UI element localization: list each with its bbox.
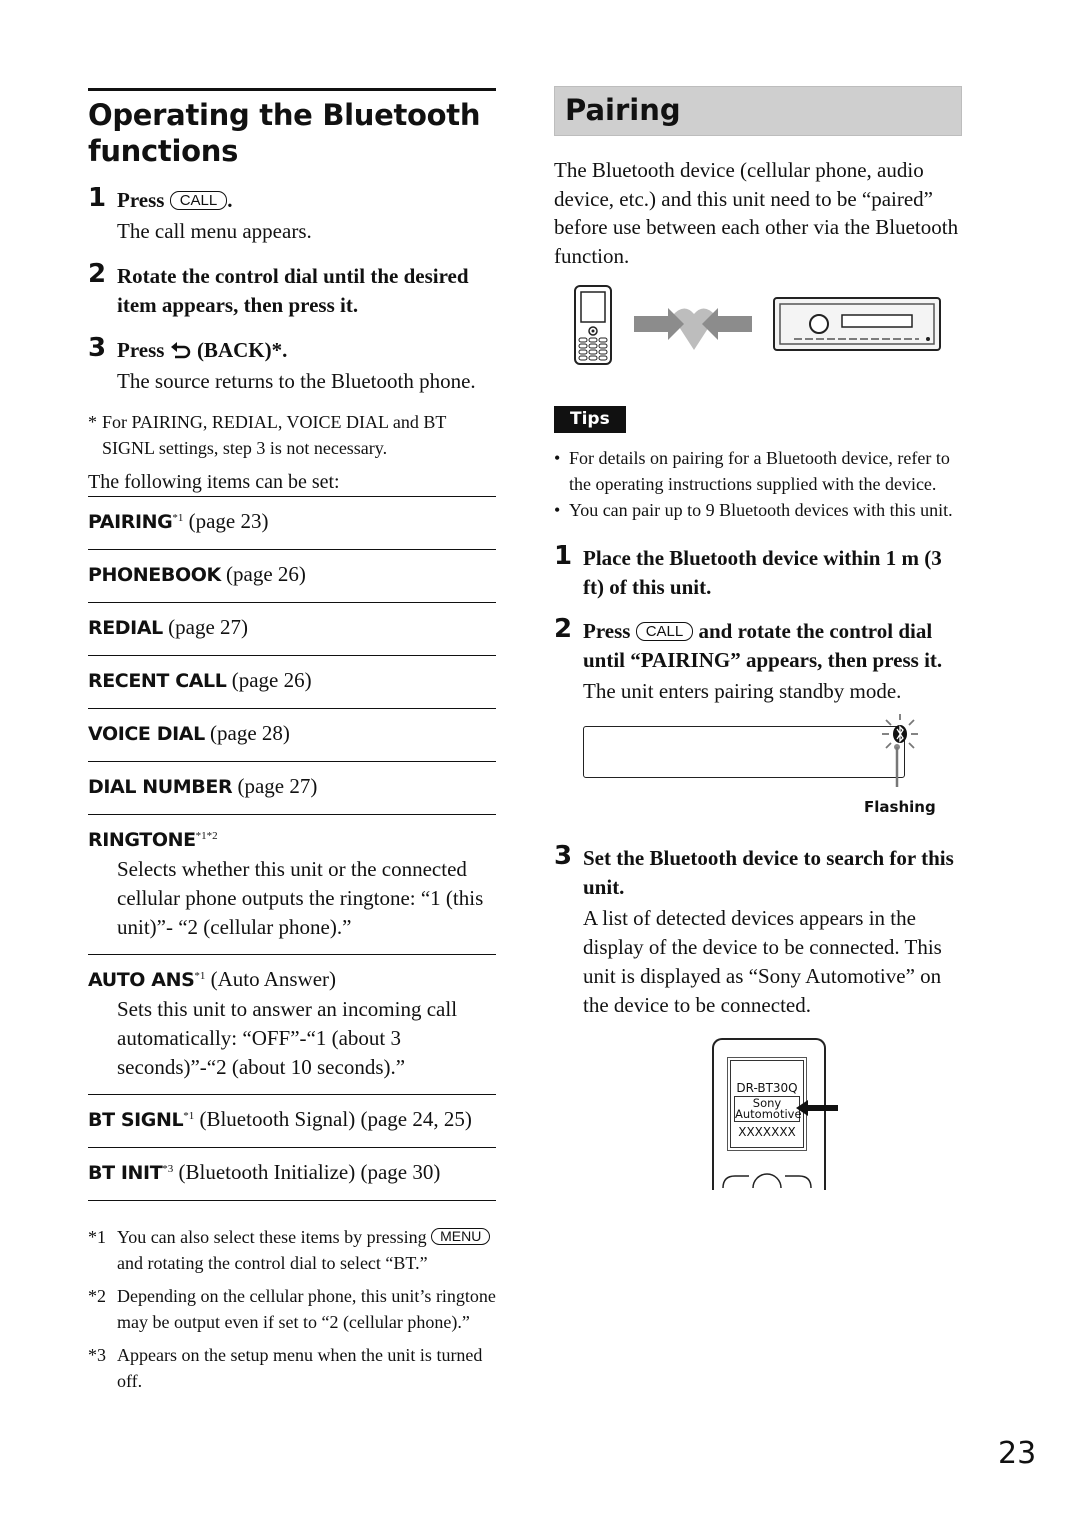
pairing-illustration xyxy=(574,285,941,365)
step-body: The source returns to the Bluetooth phon… xyxy=(117,369,476,393)
item-description: Selects whether this unit or the connect… xyxy=(117,857,484,939)
tips-box: Tips • For details on pairing for a Bluet… xyxy=(554,406,962,524)
call-key: CALL xyxy=(169,191,228,210)
bluetooth-flashing-icon xyxy=(882,713,918,787)
step-number: 3 xyxy=(554,840,573,871)
car-stereo-icon xyxy=(773,297,941,351)
list-item: BT INIT*3 (Bluetooth Initialize) (page 3… xyxy=(88,1147,496,1201)
section-header-bar: Pairing xyxy=(554,86,962,136)
list-item: VOICE DIAL (page 28) xyxy=(88,708,496,761)
step-body: The call menu appears. xyxy=(117,219,312,243)
list-item: RECENT CALL (page 26) xyxy=(88,655,496,708)
step-body: A list of detected devices appears in th… xyxy=(583,905,942,1017)
list-item: AUTO ANS*1 (Auto Answer) Sets this unit … xyxy=(88,954,496,1094)
asterisk-note: * For PAIRING, REDIAL, VOICE DIAL and BT… xyxy=(88,412,446,458)
title-rule xyxy=(88,88,496,91)
menu-key: MENU xyxy=(431,1228,491,1245)
step-3: 3 Press (BACK)*. The source returns to t… xyxy=(88,333,496,396)
step-body: The unit enters pairing standby mode. xyxy=(583,678,902,703)
list-item: RINGTONE*1*2 Selects whether this unit o… xyxy=(88,814,496,954)
pairing-step-2: 2 Press CALL and rotate the control dial… xyxy=(554,613,962,706)
pairing-step-3: 3 Set the Bluetooth device to search for… xyxy=(554,840,962,1020)
phone-screen: DR-BT30Q Sony Automotive XXXXXXX xyxy=(727,1056,807,1151)
phone-keypad-icon xyxy=(722,1172,812,1188)
device-list-item: XXXXXXX xyxy=(738,1124,796,1139)
display-illustration: Flashing xyxy=(554,712,962,822)
step-number: 3 xyxy=(88,333,107,363)
device-list-item: DR-BT30Q xyxy=(736,1080,798,1095)
step-2: 2 Rotate the control dial until the desi… xyxy=(88,259,496,320)
item-description: Sets this unit to answer an incoming cal… xyxy=(117,997,458,1079)
back-icon xyxy=(170,342,190,359)
phone-list-illustration: DR-BT30Q Sony Automotive XXXXXXX xyxy=(554,1037,962,1190)
items-intro: The following items can be set: xyxy=(88,471,340,493)
page-number: 23 xyxy=(998,1436,1037,1471)
step-number: 1 xyxy=(88,183,107,213)
list-item: REDIAL (page 27) xyxy=(88,602,496,655)
left-column: Operating the Bluetooth functions 1 Pres… xyxy=(88,88,496,1402)
list-item: PHONEBOOK (page 26) xyxy=(88,549,496,602)
settings-list: PAIRING*1 (page 23) PHONEBOOK (page 26) … xyxy=(88,496,496,1201)
cellular-phone-icon xyxy=(574,285,612,365)
section-title: Operating the Bluetooth functions xyxy=(88,98,481,168)
step-number: 2 xyxy=(554,613,573,644)
unit-display xyxy=(583,725,905,778)
footnote: *1 You can also select these items by pr… xyxy=(88,1225,496,1276)
arrow-left-icon xyxy=(796,1099,838,1116)
list-item: PAIRING*1 (page 23) xyxy=(88,496,496,549)
step-number: 1 xyxy=(554,540,573,571)
call-key: CALL xyxy=(635,621,694,641)
flashing-label: Flashing xyxy=(864,797,936,816)
footnotes: *1 You can also select these items by pr… xyxy=(88,1225,496,1394)
right-column: Pairing The Bluetooth device (cellular p… xyxy=(554,86,962,1190)
tip-item: • You can pair up to 9 Bluetooth devices … xyxy=(554,500,953,520)
step-1: 1 Press CALL. The call menu appears. xyxy=(88,183,496,246)
tips-badge: Tips xyxy=(554,406,626,433)
pairing-step-1: 1 Place the Bluetooth device within 1 m … xyxy=(554,540,962,602)
list-item: DIAL NUMBER (page 27) xyxy=(88,761,496,814)
heart-connect-icon xyxy=(634,308,752,350)
pairing-intro: The Bluetooth device (cellular phone, au… xyxy=(554,158,959,268)
tip-item: • For details on pairing for a Bluetooth … xyxy=(554,448,950,494)
step-title: Place the Bluetooth device within 1 m (3… xyxy=(583,545,942,599)
section-title: Pairing xyxy=(565,93,681,127)
footnote: *2 Depending on the cellular phone, this… xyxy=(88,1286,496,1332)
step-title: Set the Bluetooth device to search for t… xyxy=(583,845,954,899)
step-number: 2 xyxy=(88,259,107,289)
device-list-item-selected: Sony Automotive xyxy=(734,1095,802,1122)
list-item: BT SIGNL*1 (Bluetooth Signal) (page 24, … xyxy=(88,1094,496,1147)
footnote: *3 Appears on the setup menu when the un… xyxy=(88,1345,483,1391)
step-title: Rotate the control dial until the desire… xyxy=(117,264,469,317)
